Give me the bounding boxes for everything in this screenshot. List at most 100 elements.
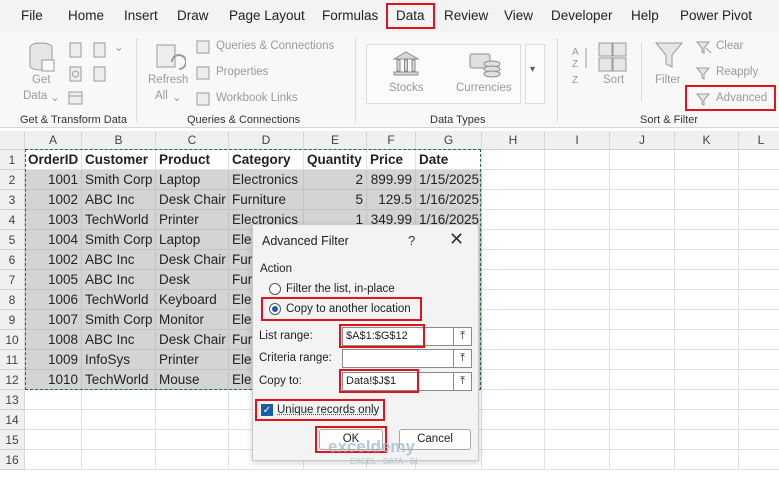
empty-cell[interactable] — [545, 310, 610, 330]
empty-cell[interactable] — [675, 370, 739, 390]
empty-cell[interactable] — [545, 370, 610, 390]
empty-cell[interactable] — [739, 390, 779, 410]
filter-button[interactable]: Filter — [655, 74, 681, 86]
empty-cell[interactable] — [25, 430, 82, 450]
menu-file[interactable]: File — [21, 8, 43, 23]
empty-cell[interactable] — [675, 290, 739, 310]
empty-cell[interactable] — [610, 190, 675, 210]
refresh-label-2[interactable]: All — [155, 90, 168, 102]
row-header[interactable]: 13 — [0, 390, 25, 410]
empty-cell[interactable] — [739, 170, 779, 190]
row-header[interactable]: 9 — [0, 310, 25, 330]
empty-cell[interactable] — [675, 310, 739, 330]
radio-filter-inplace[interactable] — [269, 283, 281, 295]
empty-cell[interactable] — [545, 290, 610, 310]
empty-cell[interactable] — [739, 370, 779, 390]
empty-cell[interactable] — [739, 210, 779, 230]
properties-button[interactable]: Properties — [216, 66, 268, 78]
empty-cell[interactable] — [482, 350, 545, 370]
menu-insert[interactable]: Insert — [124, 8, 158, 23]
refresh-label-1[interactable]: Refresh — [148, 74, 188, 86]
collapse-dialog-icon[interactable]: ⤒ — [453, 349, 472, 368]
empty-cell[interactable] — [482, 370, 545, 390]
menu-power-pivot[interactable]: Power Pivot — [680, 8, 752, 23]
empty-cell[interactable] — [739, 270, 779, 290]
column-header[interactable]: D — [229, 131, 304, 150]
empty-cell[interactable] — [482, 330, 545, 350]
menu-draw[interactable]: Draw — [177, 8, 209, 23]
close-icon[interactable]: ✕ — [449, 229, 464, 250]
collapse-dialog-icon[interactable]: ⤒ — [453, 372, 472, 391]
empty-cell[interactable] — [610, 150, 675, 170]
empty-cell[interactable] — [610, 250, 675, 270]
empty-cell[interactable] — [482, 250, 545, 270]
empty-cell[interactable] — [675, 270, 739, 290]
column-header[interactable]: K — [675, 131, 739, 150]
empty-cell[interactable] — [675, 230, 739, 250]
menu-page-layout[interactable]: Page Layout — [229, 8, 305, 23]
empty-cell[interactable] — [675, 430, 739, 450]
menu-developer[interactable]: Developer — [551, 8, 613, 23]
row-header[interactable]: 3 — [0, 190, 25, 210]
empty-cell[interactable] — [610, 410, 675, 430]
empty-cell[interactable] — [675, 450, 739, 470]
empty-cell[interactable] — [610, 270, 675, 290]
workbook-links-button[interactable]: Workbook Links — [216, 92, 298, 104]
empty-cell[interactable] — [739, 250, 779, 270]
empty-cell[interactable] — [482, 190, 545, 210]
empty-cell[interactable] — [610, 370, 675, 390]
empty-cell[interactable] — [482, 270, 545, 290]
menu-home[interactable]: Home — [68, 8, 104, 23]
option-inplace-label[interactable]: Filter the list, in-place — [286, 283, 395, 295]
empty-cell[interactable] — [482, 410, 545, 430]
empty-cell[interactable] — [610, 350, 675, 370]
empty-cell[interactable] — [739, 350, 779, 370]
empty-cell[interactable] — [675, 350, 739, 370]
empty-cell[interactable] — [545, 430, 610, 450]
empty-cell[interactable] — [482, 170, 545, 190]
help-icon[interactable]: ? — [408, 233, 415, 248]
empty-cell[interactable] — [482, 310, 545, 330]
row-header[interactable]: 6 — [0, 250, 25, 270]
empty-cell[interactable] — [156, 410, 229, 430]
empty-cell[interactable] — [739, 430, 779, 450]
empty-cell[interactable] — [675, 170, 739, 190]
empty-cell[interactable] — [675, 330, 739, 350]
empty-cell[interactable] — [25, 410, 82, 430]
empty-cell[interactable] — [675, 190, 739, 210]
empty-cell[interactable] — [610, 330, 675, 350]
row-header[interactable]: 15 — [0, 430, 25, 450]
empty-cell[interactable] — [82, 390, 156, 410]
empty-cell[interactable] — [739, 310, 779, 330]
empty-cell[interactable] — [482, 290, 545, 310]
empty-cell[interactable] — [545, 270, 610, 290]
menu-view[interactable]: View — [504, 8, 533, 23]
empty-cell[interactable] — [82, 430, 156, 450]
row-header[interactable]: 14 — [0, 410, 25, 430]
empty-cell[interactable] — [610, 450, 675, 470]
sort-button[interactable]: Sort — [603, 74, 624, 86]
empty-cell[interactable] — [739, 150, 779, 170]
empty-cell[interactable] — [482, 390, 545, 410]
criteria-range-input[interactable] — [342, 349, 454, 368]
empty-cell[interactable] — [675, 150, 739, 170]
empty-cell[interactable] — [610, 170, 675, 190]
empty-cell[interactable] — [482, 210, 545, 230]
empty-cell[interactable] — [675, 210, 739, 230]
empty-cell[interactable] — [739, 230, 779, 250]
empty-cell[interactable] — [675, 410, 739, 430]
empty-cell[interactable] — [739, 290, 779, 310]
reapply-button[interactable]: Reapply — [716, 66, 758, 78]
empty-cell[interactable] — [25, 390, 82, 410]
row-header[interactable]: 16 — [0, 450, 25, 470]
empty-cell[interactable] — [739, 410, 779, 430]
empty-cell[interactable] — [610, 290, 675, 310]
row-header[interactable]: 1 — [0, 150, 25, 170]
select-all-corner[interactable] — [0, 131, 25, 150]
row-header[interactable]: 11 — [0, 350, 25, 370]
empty-cell[interactable] — [25, 450, 82, 470]
row-header[interactable]: 7 — [0, 270, 25, 290]
column-header[interactable]: F — [367, 131, 416, 150]
column-header[interactable]: I — [545, 131, 610, 150]
column-header[interactable]: L — [739, 131, 779, 150]
